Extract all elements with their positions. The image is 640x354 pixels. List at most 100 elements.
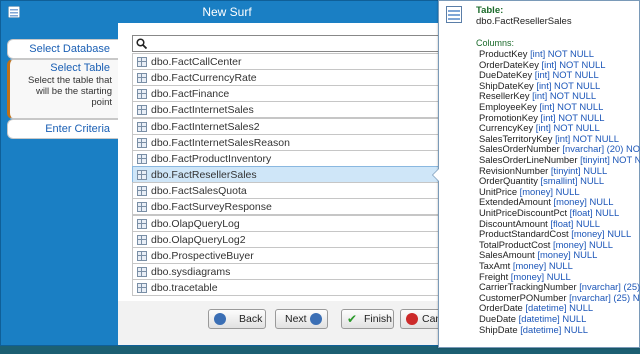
table-icon bbox=[137, 234, 147, 245]
table-row[interactable]: dbo.tracetable bbox=[132, 279, 446, 297]
table-icon bbox=[137, 266, 147, 277]
column-name: ShipDate bbox=[479, 323, 518, 335]
column-type: [nvarchar] (25) NULL bbox=[579, 281, 640, 293]
column-name: SalesTerritoryKey bbox=[479, 132, 553, 144]
column-entry: RevisionNumber [tinyint] NULL bbox=[479, 165, 607, 176]
column-entry: ExtendedAmount [money] NULL bbox=[479, 196, 613, 207]
table-icon bbox=[137, 170, 147, 181]
table-row-label: dbo.FactInternetSales2 bbox=[151, 120, 260, 133]
table-icon bbox=[137, 186, 147, 197]
table-row[interactable]: dbo.FactInternetSales2 bbox=[132, 117, 446, 135]
column-entry: DueDateKey [int] NOT NULL bbox=[479, 69, 599, 80]
table-icon bbox=[137, 121, 147, 132]
column-entry: SalesAmount [money] NULL bbox=[479, 249, 597, 260]
table-row[interactable]: dbo.FactProductInventory bbox=[132, 149, 446, 167]
column-type: [money] NULL bbox=[510, 270, 571, 282]
column-type: [datetime] NULL bbox=[518, 313, 587, 324]
table-row-label: dbo.FactSurveyResponse bbox=[151, 201, 272, 214]
finish-button-label: Finish bbox=[364, 313, 393, 325]
column-entry: UnitPriceDiscountPct [float] NULL bbox=[479, 207, 619, 218]
column-type: [datetime] NULL bbox=[525, 302, 594, 314]
column-name: PromotionKey bbox=[479, 111, 538, 123]
table-row-label: dbo.FactCallCenter bbox=[151, 56, 242, 68]
table-row[interactable]: dbo.OlapQueryLog2 bbox=[132, 230, 446, 248]
column-name: ProductKey bbox=[479, 48, 528, 59]
column-entry: SalesTerritoryKey [int] NOT NULL bbox=[479, 133, 619, 144]
next-button-label: Next bbox=[285, 313, 307, 325]
table-selection-panel: dbo.FactCallCenter dbo.FactCurrencyRate db… bbox=[118, 23, 451, 301]
column-entry: ProductStandardCost [money] NULL bbox=[479, 228, 631, 239]
table-row-label: dbo.ProspectiveBuyer bbox=[151, 249, 254, 262]
column-entry: ShipDate [datetime] NULL bbox=[479, 324, 588, 335]
column-name: TotalProductCost bbox=[479, 238, 551, 250]
column-type: [money] NULL bbox=[519, 185, 580, 197]
column-type: [tinyint] NULL bbox=[550, 164, 608, 176]
table-row[interactable]: dbo.FactSurveyResponse bbox=[132, 198, 446, 216]
table-row[interactable]: dbo.FactInternetSales bbox=[132, 101, 446, 119]
column-type: [float] NULL bbox=[569, 207, 620, 218]
table-row-label: dbo.FactResellerSales bbox=[151, 169, 257, 182]
tooltip-heading: Table: bbox=[476, 5, 504, 16]
table-row[interactable]: dbo.FactSalesQuota bbox=[132, 182, 446, 200]
search-input[interactable] bbox=[132, 35, 446, 52]
table-row[interactable]: dbo.sysdiagrams bbox=[132, 262, 446, 280]
table-row[interactable]: dbo.FactFinance bbox=[132, 85, 446, 103]
table-row[interactable]: dbo.FactInternetSalesReason bbox=[132, 133, 446, 151]
finish-button[interactable]: ✔ Finish bbox=[341, 309, 394, 329]
table-icon bbox=[137, 153, 147, 164]
column-name: OrderDateKey bbox=[479, 58, 539, 70]
column-type: [datetime] NULL bbox=[520, 323, 588, 335]
back-button[interactable]: Back bbox=[208, 309, 266, 329]
table-icon bbox=[137, 218, 147, 229]
table-row-label: dbo.sysdiagrams bbox=[151, 265, 231, 278]
column-type: [smallint] NULL bbox=[540, 175, 605, 187]
column-type: [money] NULL bbox=[537, 249, 598, 261]
column-name: ProductStandardCost bbox=[479, 228, 569, 240]
column-type: [int] NOT NULL bbox=[540, 111, 605, 123]
column-entry: ShipDateKey [int] NOT NULL bbox=[479, 80, 600, 91]
table-row[interactable]: dbo.OlapQueryLog bbox=[132, 214, 446, 232]
column-entry: OrderDateKey [int] NOT NULL bbox=[479, 59, 605, 70]
column-name: UnitPrice bbox=[479, 185, 518, 197]
table-row[interactable]: dbo.FactCurrencyRate bbox=[132, 69, 446, 87]
step-select-table[interactable]: Select Table Select the table that will … bbox=[7, 59, 118, 119]
column-type: [int] NOT NULL bbox=[534, 69, 599, 81]
column-entry: CustomerPONumber [nvarchar] (25) NULL bbox=[479, 292, 640, 303]
table-icon bbox=[137, 202, 147, 213]
step-enter-criteria[interactable]: Enter Criteria bbox=[7, 119, 118, 139]
step-select-database[interactable]: Select Database bbox=[7, 39, 118, 59]
table-row-label: dbo.FactProductInventory bbox=[151, 152, 272, 165]
next-button[interactable]: Next bbox=[275, 309, 328, 329]
checkmark-icon: ✔ bbox=[347, 312, 358, 326]
column-name: OrderQuantity bbox=[479, 175, 538, 187]
table-row-label: dbo.OlapQueryLog bbox=[151, 217, 240, 230]
column-entry: SalesOrderNumber [nvarchar] (20) NOT NUL… bbox=[479, 143, 640, 154]
step-description: Select the table that will be the starti… bbox=[28, 75, 112, 108]
column-type: [int] NOT NULL bbox=[541, 58, 606, 70]
cancel-icon bbox=[406, 313, 418, 325]
column-type: [money] NULL bbox=[571, 228, 632, 240]
columns-heading: Columns: bbox=[476, 38, 515, 48]
column-name: UnitPriceDiscountPct bbox=[479, 207, 568, 218]
column-name: CarrierTrackingNumber bbox=[479, 281, 577, 293]
table-icon bbox=[137, 105, 147, 116]
column-name: DiscountAmount bbox=[479, 217, 548, 229]
table-icon bbox=[446, 6, 462, 23]
table-row[interactable]: dbo.FactResellerSales bbox=[132, 166, 446, 184]
table-row-label: dbo.tracetable bbox=[151, 282, 218, 295]
window-title: New Surf bbox=[202, 5, 252, 19]
column-name: Freight bbox=[479, 270, 509, 282]
column-type: [int] NOT NULL bbox=[532, 90, 597, 102]
column-entry: ProductKey [int] NOT NULL bbox=[479, 48, 594, 59]
table-row[interactable]: dbo.FactCallCenter bbox=[132, 53, 446, 70]
new-surf-window: New Surf Select Database Select Table Se… bbox=[0, 0, 452, 346]
column-entry: OrderQuantity [smallint] NULL bbox=[479, 175, 604, 186]
wizard-client: Select Database Select Table Select the … bbox=[1, 23, 452, 345]
table-row-label: dbo.FactInternetSalesReason bbox=[151, 136, 290, 149]
column-type: [money] NULL bbox=[512, 260, 573, 271]
table-row[interactable]: dbo.ProspectiveBuyer bbox=[132, 246, 446, 264]
column-entry: Freight [money] NULL bbox=[479, 271, 571, 282]
column-entry: DueDate [datetime] NULL bbox=[479, 313, 586, 324]
column-entry: DiscountAmount [float] NULL bbox=[479, 218, 600, 229]
column-type: [int] NOT NULL bbox=[530, 48, 594, 59]
